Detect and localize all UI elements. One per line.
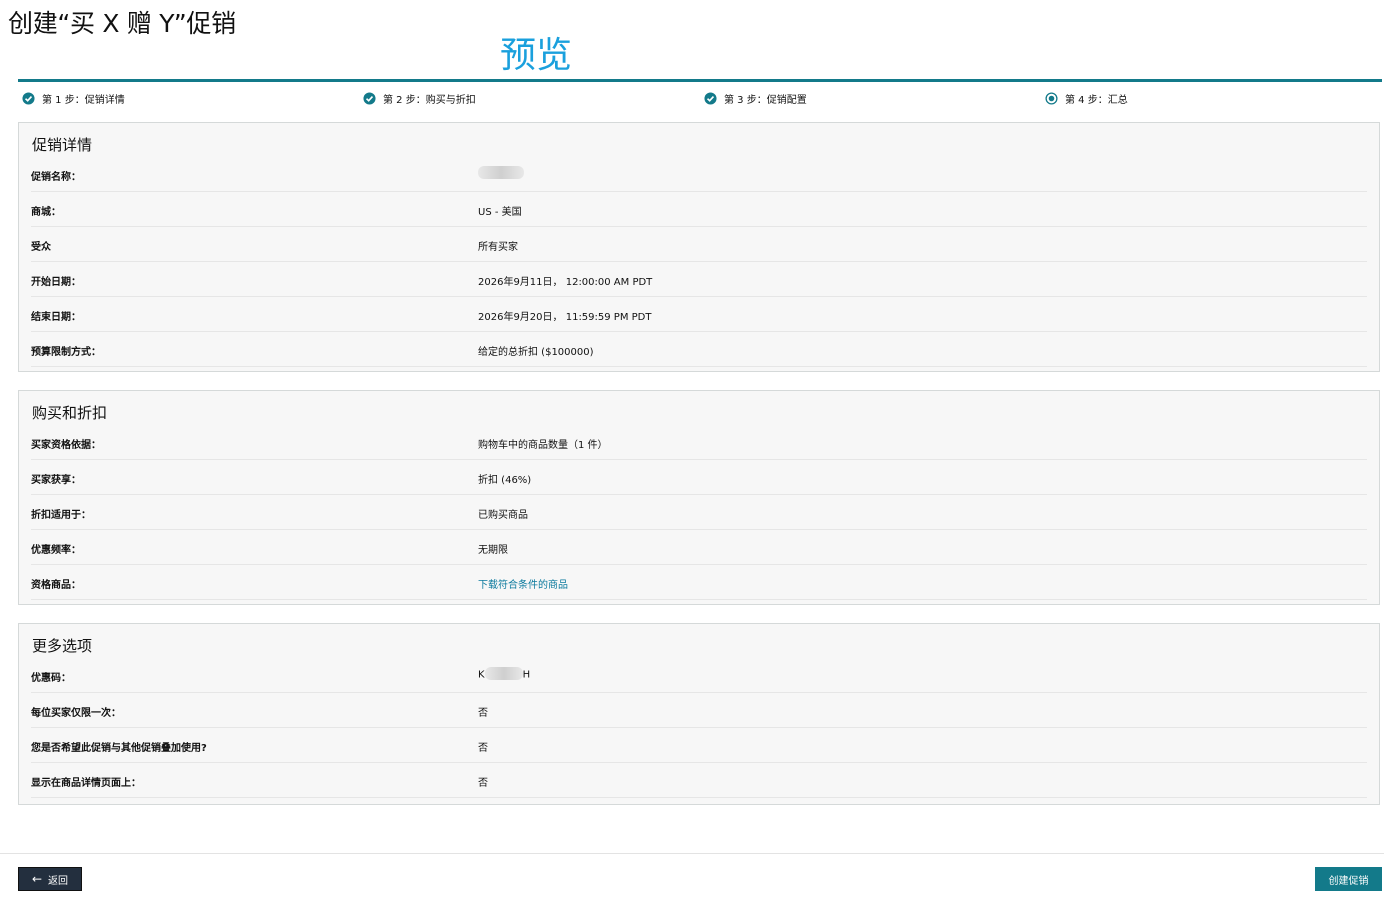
back-button[interactable]: ← 返回 xyxy=(18,867,82,891)
download-eligible-items-link[interactable]: 下载符合条件的商品 xyxy=(478,576,568,591)
detail-row: 开始日期： 2026年9月11日， 12:00:00 AM PDT xyxy=(31,262,1367,297)
step-4[interactable]: 第 4 步：汇总 xyxy=(1045,91,1128,106)
row-label: 买家获享： xyxy=(31,475,81,486)
check-circle-icon xyxy=(22,92,35,105)
row-label: 商城： xyxy=(31,207,61,218)
row-label: 资格商品： xyxy=(31,580,81,591)
check-circle-icon xyxy=(704,92,717,105)
section-title: 促销详情 xyxy=(32,136,93,154)
row-value: US - 美国 xyxy=(478,207,522,218)
step-3[interactable]: 第 3 步：促销配置 xyxy=(704,91,807,106)
detail-row: 买家资格依据： 购物车中的商品数量（1 件） xyxy=(31,425,1367,460)
redacted-blur xyxy=(478,166,524,179)
page-title: 创建“买 X 赠 Y”促销 xyxy=(8,9,236,38)
step-1[interactable]: 第 1 步：促销详情 xyxy=(22,91,125,106)
row-label: 优惠频率： xyxy=(31,545,81,556)
footer-divider xyxy=(0,853,1384,854)
row-value: 否 xyxy=(478,743,488,754)
row-value: 给定的总折扣 ($100000) xyxy=(478,347,594,358)
step-progress-bar: 第 1 步：促销详情 第 2 步：购买与折扣 第 3 步：促销配置 第 4 步：… xyxy=(18,79,1382,112)
row-label: 结束日期： xyxy=(31,312,81,323)
row-value: 购物车中的商品数量（1 件） xyxy=(478,440,608,451)
row-value: 折扣 (46%) xyxy=(478,475,532,486)
row-value xyxy=(478,166,524,180)
purchase-discount-section: 购买和折扣 买家资格依据： 购物车中的商品数量（1 件） 买家获享： 折扣 (4… xyxy=(18,390,1380,605)
detail-row: 资格商品： 下载符合条件的商品 xyxy=(31,565,1367,600)
detail-row: 结束日期： 2026年9月20日， 11:59:59 PM PDT xyxy=(31,297,1367,332)
row-value: 否 xyxy=(478,708,488,719)
detail-row: 优惠码： KH xyxy=(31,658,1367,693)
row-label: 您是否希望此促销与其他促销叠加使用? xyxy=(31,743,207,754)
detail-row: 预算限制方式： 给定的总折扣 ($100000) xyxy=(31,332,1367,367)
section-title: 购买和折扣 xyxy=(32,404,108,422)
step-2[interactable]: 第 2 步：购买与折扣 xyxy=(363,91,476,106)
coupon-code-prefix: K xyxy=(478,669,485,681)
row-value: 2026年9月11日， 12:00:00 AM PDT xyxy=(478,277,653,288)
detail-row: 促销名称： xyxy=(31,157,1367,192)
detail-row: 每位买家仅限一次： 否 xyxy=(31,693,1367,728)
detail-row: 显示在商品详情页面上： 否 xyxy=(31,763,1367,798)
check-circle-icon xyxy=(363,92,376,105)
create-promotion-button[interactable]: 创建促销 xyxy=(1315,867,1382,891)
row-label: 受众 xyxy=(31,242,51,253)
row-value: 已购买商品 xyxy=(478,510,528,521)
detail-row: 买家获享： 折扣 (46%) xyxy=(31,460,1367,495)
radio-selected-icon xyxy=(1045,92,1058,105)
row-label: 开始日期： xyxy=(31,277,81,288)
redacted-blur xyxy=(484,667,523,680)
row-label: 促销名称： xyxy=(31,172,81,183)
row-value: KH xyxy=(478,667,531,681)
row-value: 2026年9月20日， 11:59:59 PM PDT xyxy=(478,312,652,323)
row-label: 优惠码： xyxy=(31,673,71,684)
promo-details-section: 促销详情 促销名称： 商城： US - 美国 受众 所有买家 开始日期： 202… xyxy=(18,122,1380,372)
step-1-label: 第 1 步：促销详情 xyxy=(42,95,125,106)
arrow-left-icon: ← xyxy=(31,872,43,886)
step-4-label: 第 4 步：汇总 xyxy=(1065,95,1128,106)
row-value: 否 xyxy=(478,778,488,789)
detail-row: 商城： US - 美国 xyxy=(31,192,1367,227)
back-button-label: 返回 xyxy=(48,875,69,887)
detail-row: 折扣适用于： 已购买商品 xyxy=(31,495,1367,530)
detail-row: 受众 所有买家 xyxy=(31,227,1367,262)
coupon-code-suffix: H xyxy=(522,669,531,681)
detail-row: 您是否希望此促销与其他促销叠加使用? 否 xyxy=(31,728,1367,763)
step-3-label: 第 3 步：促销配置 xyxy=(724,95,807,106)
preview-label: 预览 xyxy=(500,35,573,76)
row-value: 所有买家 xyxy=(478,242,518,253)
row-label: 每位买家仅限一次： xyxy=(31,708,121,719)
step-2-label: 第 2 步：购买与折扣 xyxy=(383,95,476,106)
row-label: 显示在商品详情页面上： xyxy=(31,778,141,789)
row-value: 无期限 xyxy=(478,545,508,556)
row-label: 折扣适用于： xyxy=(31,510,91,521)
detail-row: 优惠频率： 无期限 xyxy=(31,530,1367,565)
row-label: 买家资格依据： xyxy=(31,440,101,451)
more-options-section: 更多选项 优惠码： KH 每位买家仅限一次： 否 您是否希望此促销与其他促销叠加… xyxy=(18,623,1380,805)
section-title: 更多选项 xyxy=(32,637,93,655)
row-label: 预算限制方式： xyxy=(31,347,101,358)
